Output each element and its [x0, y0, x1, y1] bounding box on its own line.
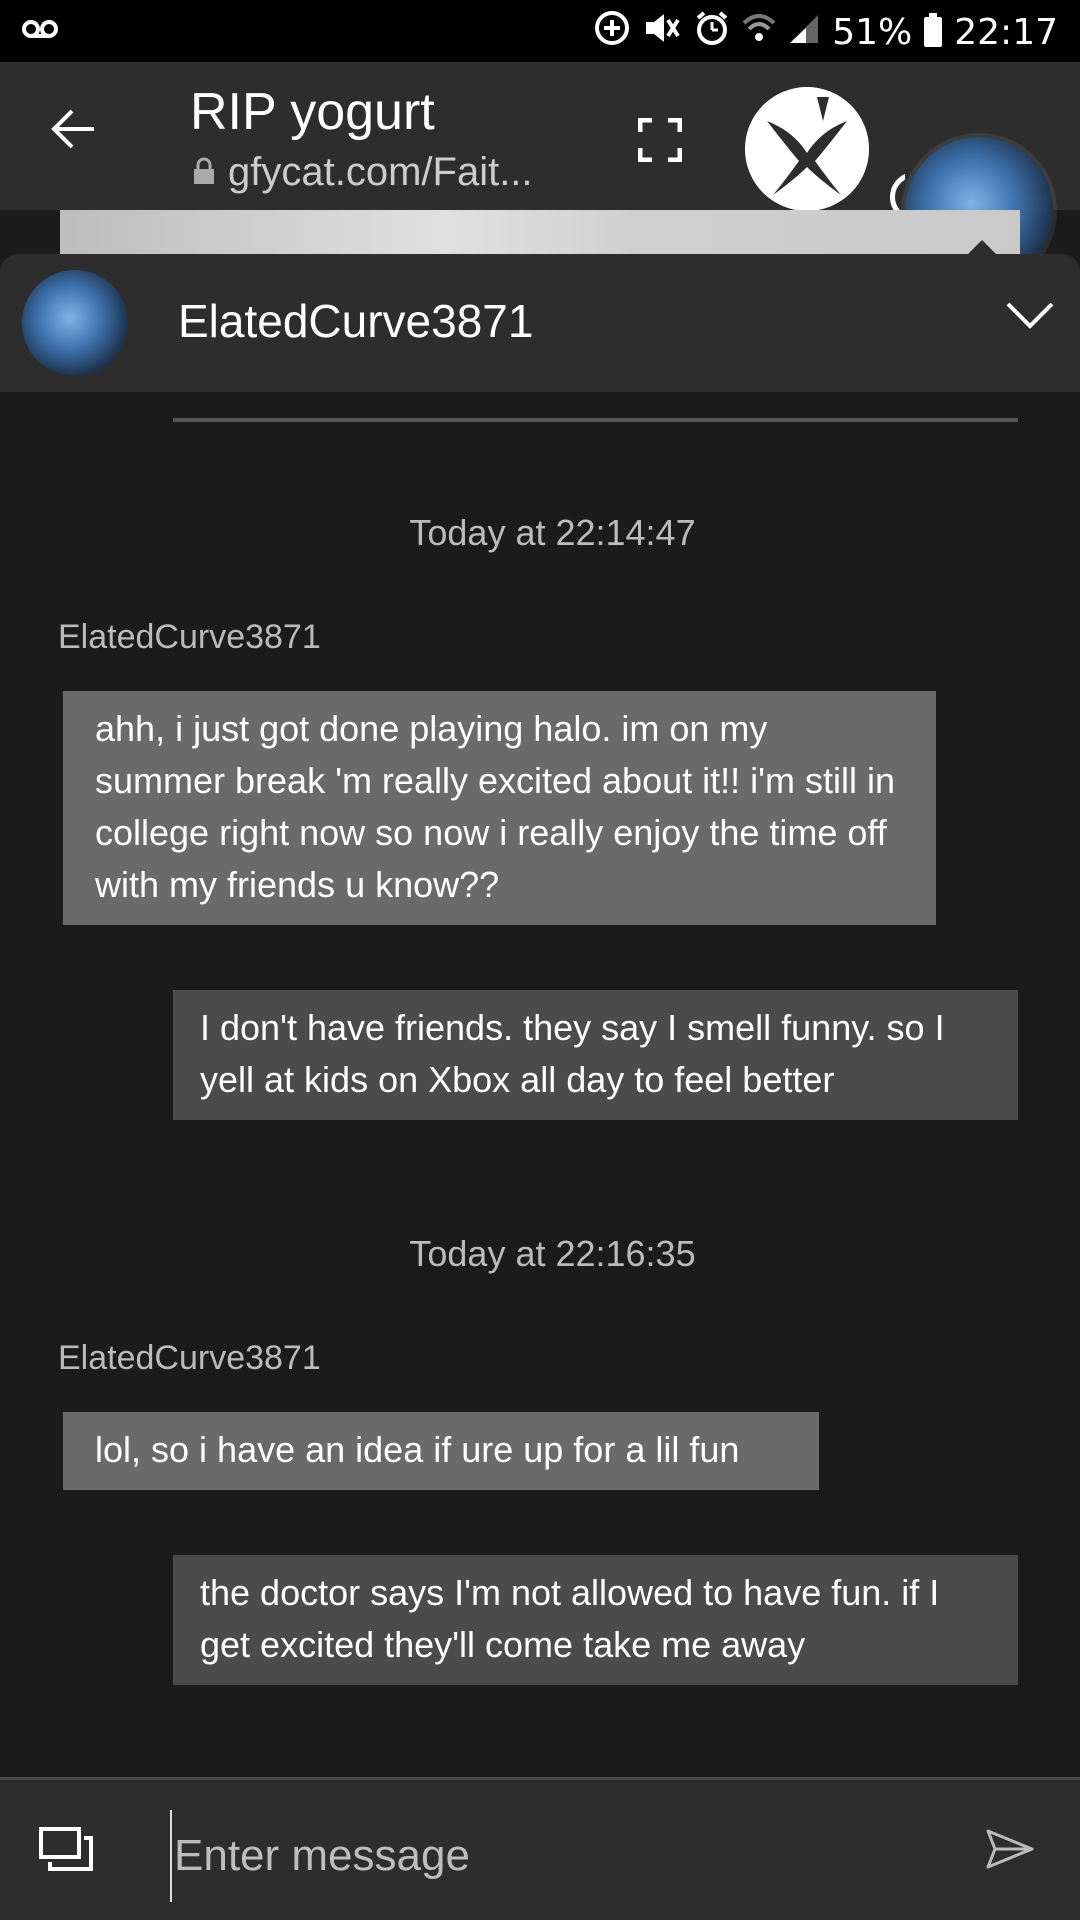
wifi-icon	[742, 11, 776, 54]
chevron-down-icon[interactable]	[1005, 300, 1055, 334]
compose-bar	[0, 1777, 1080, 1920]
url-text: gfycat.com/Fait...	[228, 150, 533, 194]
message-input[interactable]	[170, 1810, 976, 1902]
signal-icon	[788, 11, 820, 54]
message-sender: ElatedCurve3871	[58, 1339, 321, 1377]
lock-icon	[192, 150, 216, 195]
incoming-message[interactable]: ahh, i just got done playing halo. im on…	[63, 691, 936, 925]
send-icon[interactable]	[985, 1828, 1035, 1874]
back-arrow-icon[interactable]	[50, 108, 98, 154]
status-icons: 51% 22:17	[594, 10, 1058, 54]
clock: 22:17	[954, 11, 1058, 53]
message-thread[interactable]: Today at 22:14:47 ElatedCurve3871 ahh, i…	[0, 392, 1080, 1777]
battery-level: 51%	[832, 11, 913, 53]
contact-name: ElatedCurve3871	[178, 295, 534, 347]
outgoing-message[interactable]: the doctor says I'm not allowed to have …	[173, 1555, 1018, 1685]
voicemail-icon	[22, 18, 58, 44]
xbox-logo-icon[interactable]	[745, 87, 869, 211]
message-sender: ElatedCurve3871	[58, 618, 321, 656]
message-timestamp: Today at 22:14:47	[409, 512, 696, 553]
message-timestamp: Today at 22:16:35	[409, 1233, 696, 1274]
add-circle-icon	[594, 10, 630, 55]
fullscreen-icon[interactable]	[637, 117, 683, 166]
scroll-divider	[173, 418, 1018, 422]
webpage-content-preview	[60, 210, 1020, 254]
conversations-icon[interactable]	[38, 1826, 94, 1876]
mute-vibrate-icon	[642, 10, 682, 55]
outgoing-message[interactable]: I don't have friends. they say I smell f…	[173, 990, 1018, 1120]
page-title: RIP yogurt	[190, 83, 435, 141]
avatar[interactable]	[22, 270, 128, 376]
status-bar: 51% 22:17	[0, 0, 1080, 62]
chat-header[interactable]: ElatedCurve3871	[0, 254, 1080, 392]
alarm-icon	[694, 10, 730, 55]
incoming-message[interactable]: lol, so i have an idea if ure up for a l…	[63, 1412, 819, 1490]
battery-icon	[924, 13, 943, 47]
browser-bar: RIP yogurt gfycat.com/Fait...	[0, 62, 1080, 285]
url-bar[interactable]: gfycat.com/Fait...	[192, 150, 533, 195]
